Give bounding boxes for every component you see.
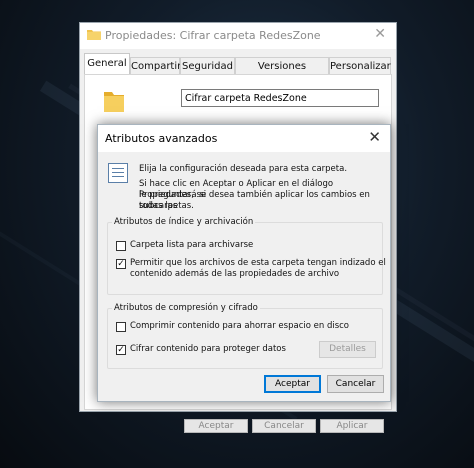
properties-tabs: General Compartir Seguridad Versiones an…	[84, 53, 396, 89]
archive-checkbox[interactable]	[116, 241, 126, 251]
compress-encrypt-group: Atributos de compresión y cifrado	[107, 303, 383, 369]
detail-text-line: subcarpetas.	[139, 201, 194, 211]
index-archive-group: Atributos de índice y archivación	[107, 217, 383, 295]
tab-personalizar[interactable]: Personalizar	[329, 57, 391, 74]
folder-icon	[87, 30, 101, 40]
folder-name-input[interactable]: Cifrar carpeta RedesZone	[181, 89, 379, 107]
tab-versiones-anteriores[interactable]: Versiones anteriores	[235, 57, 329, 89]
details-button[interactable]: Detalles	[319, 341, 376, 358]
cancel-button[interactable]: Cancelar	[327, 375, 384, 393]
index-archive-legend: Atributos de índice y archivación	[114, 217, 254, 227]
check-icon: ✓	[117, 345, 125, 355]
advanced-titlebar: Atributos avanzados ✕	[98, 125, 390, 152]
archive-label: Carpeta lista para archivarse	[130, 240, 254, 250]
attributes-list-icon	[108, 163, 128, 183]
advanced-title: Atributos avanzados	[105, 132, 218, 145]
tab-general[interactable]: General	[84, 53, 130, 75]
accept-button[interactable]: Aceptar	[184, 419, 248, 433]
tab-seguridad[interactable]: Seguridad	[180, 57, 235, 74]
properties-title: Propiedades: Cifrar carpeta RedesZone	[105, 29, 321, 42]
folder-icon	[104, 92, 124, 112]
compress-encrypt-legend: Atributos de compresión y cifrado	[114, 303, 258, 313]
encrypt-checkbox[interactable]: ✓	[116, 345, 126, 355]
tab-compartir[interactable]: Compartir	[130, 57, 181, 74]
advanced-attributes-dialog: Atributos avanzados ✕ Elija la configura…	[97, 124, 391, 402]
properties-titlebar: Propiedades: Cifrar carpeta RedesZone ✕	[80, 23, 396, 49]
compress-checkbox[interactable]	[116, 322, 126, 332]
index-label-line: Permitir que los archivos de esta carpet…	[130, 258, 386, 268]
close-icon[interactable]: ✕	[374, 26, 386, 42]
index-checkbox[interactable]: ✓	[116, 259, 126, 269]
compress-label: Comprimir contenido para ahorrar espacio…	[130, 321, 350, 331]
encrypt-label: Cifrar contenido para proteger datos	[130, 344, 286, 354]
cancel-button[interactable]: Cancelar	[252, 419, 316, 433]
apply-button[interactable]: Aplicar	[320, 419, 384, 433]
check-icon: ✓	[117, 259, 125, 269]
ok-button[interactable]: Aceptar	[264, 375, 321, 393]
index-label-line: contenido además de las propiedades de a…	[130, 269, 340, 279]
intro-text: Elija la configuración deseada para esta…	[139, 164, 348, 174]
close-icon[interactable]: ✕	[368, 128, 381, 146]
